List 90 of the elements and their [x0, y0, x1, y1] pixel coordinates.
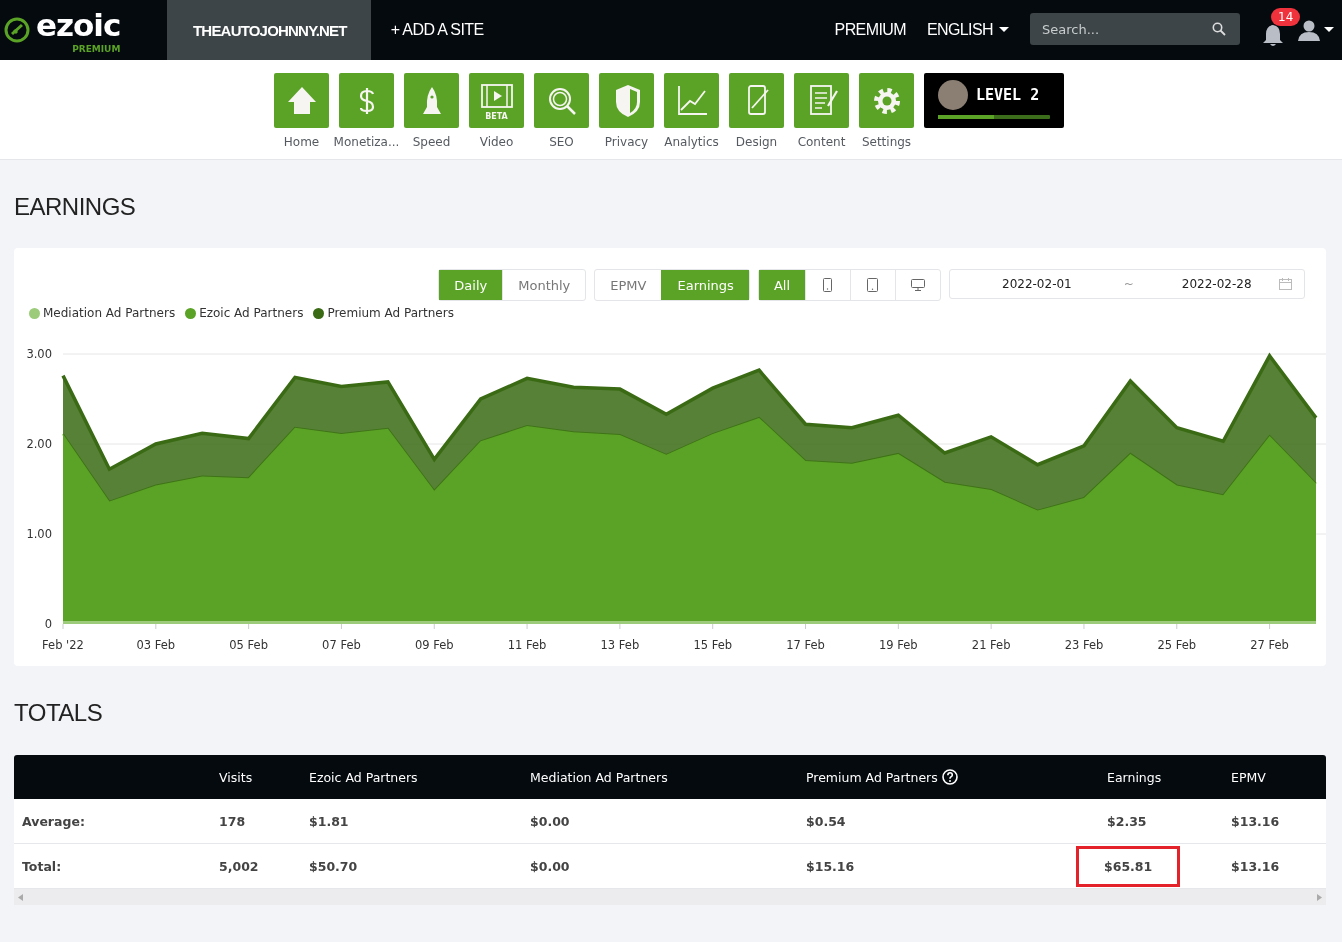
avatar	[938, 80, 968, 110]
y-axis-label: 3.00	[26, 347, 52, 361]
nav-label[interactable]: Analytics	[664, 135, 719, 149]
notification-badge: 14	[1271, 8, 1301, 26]
nav-label[interactable]: Design	[735, 135, 778, 149]
section-title: TOTALS	[14, 698, 104, 728]
nav-tile[interactable]	[404, 73, 459, 128]
x-axis-label: 13 Feb	[600, 638, 640, 652]
legend-label[interactable]: Mediation Ad Partners	[43, 306, 176, 320]
beta-label: BETA	[485, 111, 508, 121]
table-cell-text: $13.16	[1231, 858, 1281, 874]
nav-label[interactable]: Content	[797, 135, 846, 149]
logo-text[interactable]: ezoic	[36, 6, 121, 43]
column-header: Earnings	[1107, 769, 1162, 785]
site-tab[interactable]: THEAUTOJOHNNY.NET	[167, 0, 371, 60]
nav-label[interactable]: Privacy	[604, 135, 649, 149]
level-card[interactable]: LEVEL 2	[924, 73, 1064, 128]
table-cell-text: $13.16	[1231, 813, 1281, 829]
table-cell-text: $1.81	[309, 813, 350, 829]
bell-icon[interactable]	[1262, 23, 1284, 47]
column-header: Premium Ad Partners	[806, 769, 938, 785]
search-field[interactable]: Search...	[1030, 13, 1240, 45]
plan-label: PREMIUM	[72, 43, 121, 54]
date-range-field[interactable]: 2022-02-01 ~ 2022-02-28	[949, 269, 1305, 299]
calendar-icon	[1279, 278, 1292, 290]
row-label: Average:	[21, 813, 86, 829]
help-icon[interactable]	[941, 769, 958, 785]
nav-label[interactable]: Monetiza...	[333, 135, 400, 149]
nav-tile[interactable]	[664, 73, 719, 128]
column-header: Visits	[219, 769, 253, 785]
scroll-left-icon	[18, 893, 23, 901]
table-cell-text: 5,002	[219, 858, 260, 874]
toggle-button[interactable]: EPMV	[595, 270, 662, 300]
x-axis-label: 21 Feb	[971, 638, 1011, 652]
search-icon	[1212, 22, 1226, 36]
monitor-icon	[911, 278, 925, 292]
y-axis-label: 0	[44, 617, 52, 631]
table-cell-text: 178	[219, 813, 247, 829]
nav-label[interactable]: Home	[283, 135, 320, 149]
highlighted-cell: $65.81	[1076, 845, 1181, 887]
x-axis-label: 07 Feb	[322, 638, 361, 652]
table-cell-text: $0.00	[530, 813, 571, 829]
caret-icon	[999, 27, 1009, 33]
column-header: EPMV	[1231, 769, 1266, 785]
x-axis-label: 25 Feb	[1157, 638, 1197, 652]
x-axis-label: 27 Feb	[1250, 638, 1289, 652]
table-cell-text: $15.16	[806, 858, 856, 874]
nav-tile[interactable]	[729, 73, 784, 128]
legend-label[interactable]: Ezoic Ad Partners	[199, 306, 304, 320]
nav-tile[interactable]	[339, 73, 394, 128]
y-axis-label: 1.00	[26, 527, 52, 541]
language-dropdown[interactable]: ENGLISH	[926, 0, 1009, 60]
column-header: Mediation Ad Partners	[530, 769, 668, 785]
nav-label[interactable]: SEO	[549, 135, 574, 149]
table-cell-text: $0.54	[806, 813, 847, 829]
table-cell-text: $0.00	[530, 858, 571, 874]
nav-label[interactable]: Settings	[861, 135, 912, 149]
toggle-button[interactable]: Monthly	[502, 270, 586, 300]
nav-tile[interactable]	[794, 73, 849, 128]
tablet-icon	[866, 278, 880, 292]
logo-icon	[4, 17, 30, 43]
phone-icon	[821, 278, 835, 292]
x-axis-label: 09 Feb	[414, 638, 454, 652]
nav-label[interactable]: Video	[479, 135, 514, 149]
row-label: Total:	[21, 858, 63, 874]
x-axis-label: 03 Feb	[136, 638, 176, 652]
x-axis-label: 05 Feb	[229, 638, 268, 652]
table-cell-text: $50.70	[309, 858, 359, 874]
x-axis-label: 17 Feb	[786, 638, 825, 652]
premium-link[interactable]: PREMIUM	[834, 0, 906, 60]
x-axis-label: 23 Feb	[1064, 638, 1104, 652]
nav-tile[interactable]	[274, 73, 329, 128]
legend-label[interactable]: Premium Ad Partners	[327, 306, 454, 320]
x-axis-label: Feb '22	[42, 638, 84, 652]
nav-label[interactable]: Speed	[412, 135, 451, 149]
add-site-link[interactable]: + ADD A SITE	[370, 0, 484, 60]
x-axis-label: 11 Feb	[507, 638, 547, 652]
caret-icon	[1324, 27, 1334, 33]
y-axis-label: 2.00	[26, 437, 52, 451]
nav-tile[interactable]	[534, 73, 589, 128]
section-title: EARNINGS	[14, 192, 137, 222]
nav-tile[interactable]	[599, 73, 654, 128]
level-label: LEVEL 2	[976, 86, 1040, 104]
table-cell-text: $2.35	[1107, 813, 1148, 829]
user-icon	[1298, 19, 1320, 41]
x-axis-label: 15 Feb	[693, 638, 733, 652]
column-header: Ezoic Ad Partners	[309, 769, 418, 785]
nav-tile[interactable]	[859, 73, 914, 128]
scroll-right-icon	[1317, 893, 1322, 901]
x-axis-label: 19 Feb	[879, 638, 918, 652]
